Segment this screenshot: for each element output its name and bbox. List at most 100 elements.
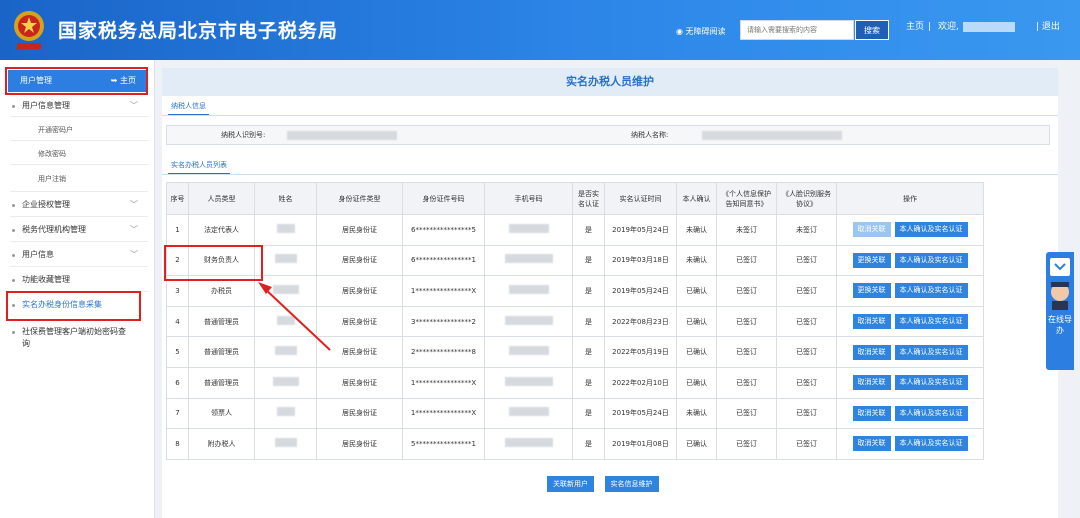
col-header: 手机号码 xyxy=(484,182,573,215)
name-blurred xyxy=(274,254,297,264)
cell-face: 已签订 xyxy=(776,336,837,368)
username-blurred xyxy=(962,21,1015,32)
highlight-box-finance-officer xyxy=(164,245,263,281)
cell-confirm[interactable]: 已确认 xyxy=(676,366,717,399)
relation-button[interactable]: 取消关联 xyxy=(852,344,891,360)
main-panel: 实名办税人员维护 纳税人信息 纳税人识别号: 纳税人名称: 实名办税人员列表 序… xyxy=(162,68,1058,518)
sidebar-sub-user-cancel[interactable]: 用户注销 xyxy=(10,173,148,185)
col-header: 身份证件类型 xyxy=(316,182,403,215)
cell-date: 2019年05月24日 xyxy=(604,397,677,430)
relation-button[interactable]: 取消关联 xyxy=(852,314,891,330)
sidebar-sub-change-password[interactable]: 修改密码 xyxy=(10,148,148,160)
table-row: 1 法定代表人 居民身份证 6****************5 是 2019年05月24… xyxy=(166,214,984,246)
col-header: 姓名 xyxy=(254,182,317,215)
cell-actions: 取消关联 本人确认及实名认证 xyxy=(836,397,984,430)
search-button[interactable]: 搜索 xyxy=(855,20,889,40)
realname-maintain-button[interactable]: 实名信息维护 xyxy=(604,476,659,492)
col-header: 操作 xyxy=(836,182,984,215)
assistant-avatar-icon xyxy=(1050,258,1070,310)
confirm-realname-button[interactable]: 本人确认及实名认证 xyxy=(894,436,968,452)
col-header: 实名认证时间 xyxy=(604,182,677,215)
tab-realname-list[interactable]: 实名办税人员列表 xyxy=(168,160,230,175)
cell-face: 未签订 xyxy=(776,214,837,246)
cell-consent: 已签订 xyxy=(716,244,777,277)
sidebar-item-enterprise-auth[interactable]: 企业授权管理 ﹀ xyxy=(10,199,148,211)
cell-confirm[interactable]: 未确认 xyxy=(676,244,717,277)
phone-blurred xyxy=(508,407,549,417)
cell-idno: 2****************8 xyxy=(402,336,485,368)
confirm-realname-button[interactable]: 本人确认及实名认证 xyxy=(894,222,968,238)
logout-link[interactable]: | 退出 xyxy=(1036,19,1060,32)
confirm-realname-button[interactable]: 本人确认及实名认证 xyxy=(894,314,968,330)
relation-button[interactable]: 取消关联 xyxy=(852,375,891,391)
cell-name xyxy=(254,366,317,399)
cell-idtype: 居民身份证 xyxy=(316,397,403,430)
nav-home-link[interactable]: 主页 xyxy=(906,22,924,32)
relation-button[interactable]: 更换关联 xyxy=(852,252,891,268)
sidebar-item-user-info[interactable]: 用户信息 ﹀ xyxy=(10,249,148,261)
page-title: 实名办税人员维护 xyxy=(162,68,1058,96)
cell-type: 普通管理员 xyxy=(188,305,255,338)
highlight-box-realname xyxy=(6,291,141,321)
sidebar-item-social-security[interactable]: 社保费管理客户端初始密码查询 xyxy=(10,326,130,350)
cell-verified: 是 xyxy=(572,275,605,307)
cell-face: 已签订 xyxy=(776,397,837,430)
cell-consent: 已签订 xyxy=(716,305,777,338)
cell-confirm[interactable]: 已确认 xyxy=(676,428,717,460)
cell-idno: 6****************1 xyxy=(402,244,485,277)
cell-confirm[interactable]: 未确认 xyxy=(676,397,717,430)
name-blurred xyxy=(274,437,297,447)
cell-confirm[interactable]: 已确认 xyxy=(676,336,717,368)
col-header: 序号 xyxy=(166,182,189,215)
phone-blurred xyxy=(504,437,553,447)
site-title: 国家税务总局北京市电子税务局 xyxy=(58,20,339,42)
cell-actions: 更换关联 本人确认及实名认证 xyxy=(836,275,984,307)
sidebar-item-tax-agency[interactable]: 税务代理机构管理 ﹀ xyxy=(10,224,148,236)
relation-button[interactable]: 取消关联 xyxy=(852,405,891,421)
sidebar-item-favorites[interactable]: 功能收藏管理 xyxy=(10,274,148,286)
relation-button[interactable]: 取消关联 xyxy=(852,436,891,452)
bottom-actions: 关联新用户 实名信息维护 xyxy=(545,476,665,492)
online-guide-widget[interactable]: 在线导办 xyxy=(1046,252,1074,370)
add-user-button[interactable]: 关联新用户 xyxy=(547,476,594,492)
cell-name xyxy=(254,244,317,277)
cell-confirm[interactable]: 未确认 xyxy=(676,214,717,246)
cell-idno: 1****************X xyxy=(402,397,485,430)
cell-no: 1 xyxy=(166,214,189,246)
cell-verified: 是 xyxy=(572,214,605,246)
cell-face: 已签订 xyxy=(776,428,837,460)
cell-confirm[interactable]: 已确认 xyxy=(676,305,717,338)
relation-button[interactable]: 取消关联 xyxy=(852,222,891,238)
cell-phone xyxy=(484,397,573,430)
tab-taxpayer-info[interactable]: 纳税人信息 xyxy=(168,101,209,116)
cell-name xyxy=(254,275,317,307)
accessibility-link[interactable]: ◉ 无障碍阅读 xyxy=(676,26,726,37)
relation-button[interactable]: 更换关联 xyxy=(852,283,891,299)
col-header: 《个人信息保护告知同意书》 xyxy=(716,182,777,215)
sidebar-sub-open-password[interactable]: 开通密码户 xyxy=(10,124,148,136)
confirm-realname-button[interactable]: 本人确认及实名认证 xyxy=(894,283,968,299)
cell-consent: 已签订 xyxy=(716,428,777,460)
sidebar-item-user-info-management[interactable]: 用户信息管理 ﹀ xyxy=(10,100,148,112)
cell-idno: 1****************X xyxy=(402,275,485,307)
cell-verified: 是 xyxy=(572,397,605,430)
cell-idtype: 居民身份证 xyxy=(316,336,403,368)
cell-confirm[interactable]: 已确认 xyxy=(676,275,717,307)
taxpayer-info-box: 纳税人识别号: 纳税人名称: xyxy=(166,125,1050,145)
cell-phone xyxy=(484,366,573,399)
label-taxpayer-name: 纳税人名称: xyxy=(631,131,669,139)
confirm-realname-button[interactable]: 本人确认及实名认证 xyxy=(894,375,968,391)
confirm-realname-button[interactable]: 本人确认及实名认证 xyxy=(894,405,968,421)
table-row: 3 办税员 居民身份证 1****************X 是 2019年05月24日已… xyxy=(166,275,984,307)
tax-emblem-icon xyxy=(14,11,44,49)
confirm-realname-button[interactable]: 本人确认及实名认证 xyxy=(894,252,968,268)
search-input[interactable] xyxy=(740,20,854,40)
name-blurred xyxy=(272,376,299,386)
cell-name xyxy=(254,428,317,460)
cell-consent: 已签订 xyxy=(716,336,777,368)
cell-verified: 是 xyxy=(572,336,605,368)
confirm-realname-button[interactable]: 本人确认及实名认证 xyxy=(894,344,968,360)
cell-phone xyxy=(484,275,573,307)
cell-face: 已签订 xyxy=(776,366,837,399)
phone-blurred xyxy=(504,376,553,386)
